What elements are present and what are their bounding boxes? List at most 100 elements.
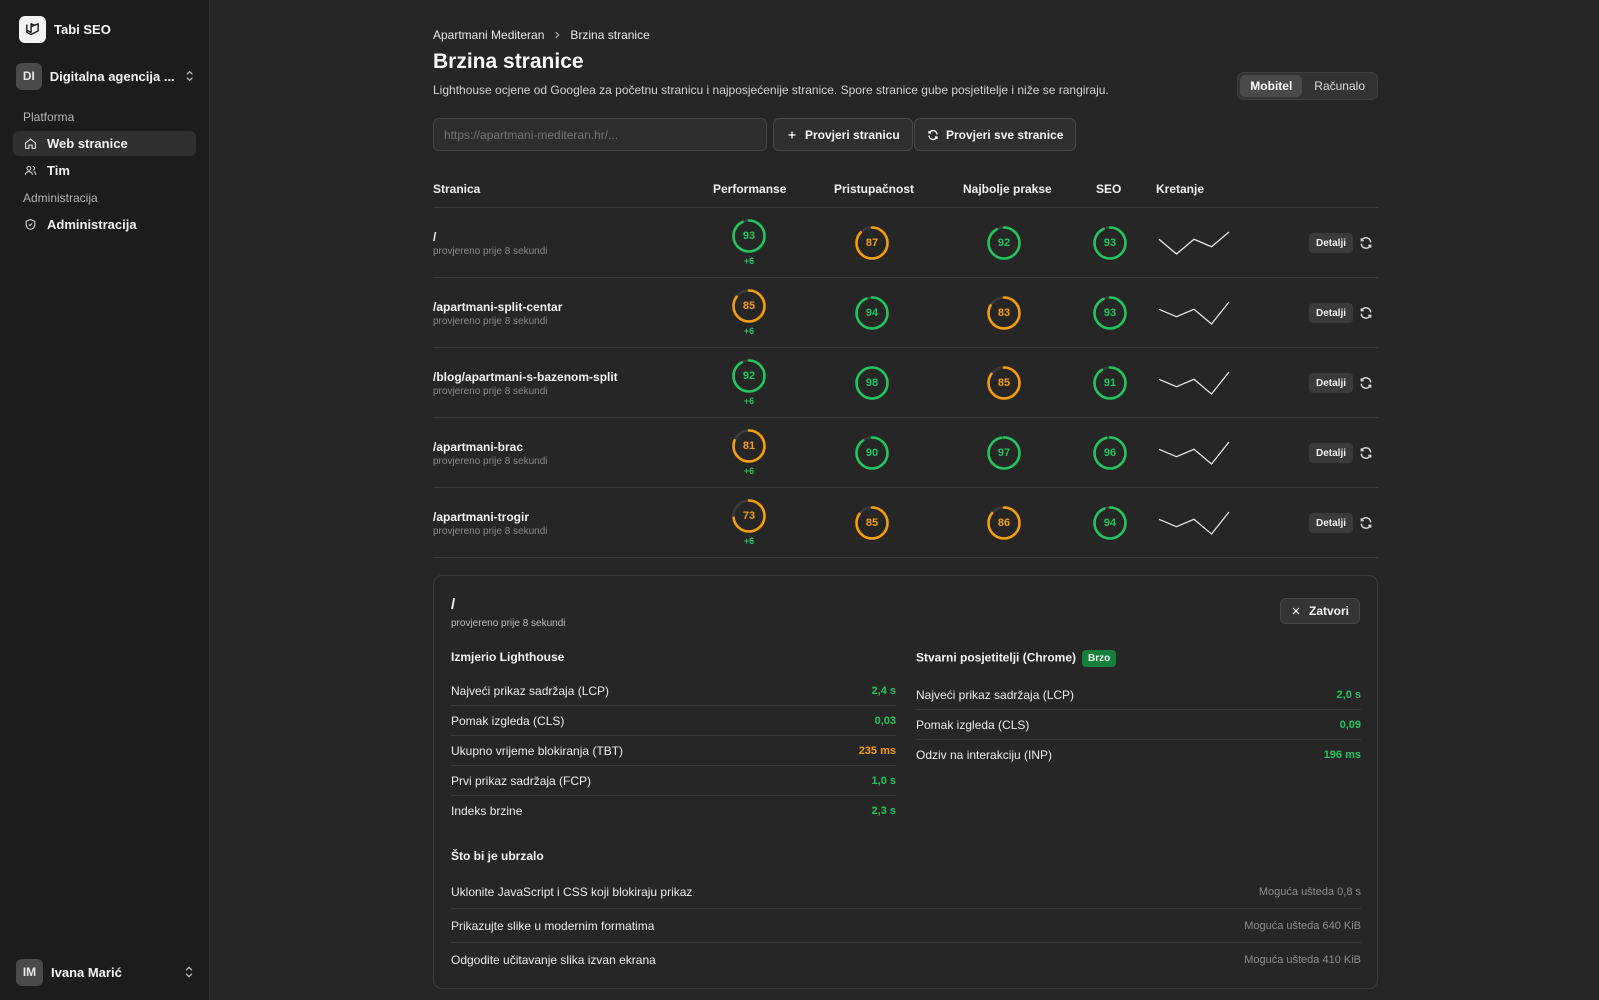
details-button[interactable]: Detalji (1309, 373, 1354, 393)
seo-score: 93 (1092, 295, 1128, 331)
table-row[interactable]: /blog/apartmani-s-bazenom-split provjeren… (433, 348, 1378, 418)
trend-line (1158, 511, 1230, 535)
chevron-right-icon (555, 31, 560, 39)
chevrons-up-down-icon (185, 966, 193, 978)
breadcrumb-site[interactable]: Apartmani Mediteran (433, 28, 544, 42)
sidebar-item-label: Tim (47, 163, 70, 178)
performance-score: 73 (731, 498, 767, 534)
logo-icon (19, 16, 46, 43)
user-menu[interactable]: IM Ivana Marić (16, 958, 196, 986)
metric-label: Prvi prikaz sadržaja (FCP) (451, 773, 592, 788)
device-mobile-button[interactable]: Mobitel (1240, 75, 1303, 97)
page-description: Lighthouse ocjene od Googlea za početnu … (433, 83, 1109, 97)
team-switcher[interactable]: DI Digitalna agencija ... (16, 62, 196, 90)
sidebar-item-administracija[interactable]: Administracija (13, 212, 196, 237)
metric-value: 235 ms (858, 744, 896, 757)
score-value: 85 (997, 377, 1011, 389)
details-button[interactable]: Detalji (1309, 513, 1354, 533)
details-button[interactable]: Detalji (1309, 233, 1354, 253)
best-practices-score: 92 (986, 225, 1022, 261)
check-page-button[interactable]: Provjeri stranicu (773, 118, 913, 151)
check-all-label: Provjeri sve stranice (946, 127, 1064, 142)
check-all-button[interactable]: Provjeri sve stranice (914, 118, 1077, 151)
app-name: Tabi SEO (54, 22, 111, 37)
best-practices-score: 85 (986, 365, 1022, 401)
sidebar-item-label: Administracija (47, 217, 137, 232)
refresh-icon[interactable] (1359, 446, 1373, 460)
score-value: 93 (1103, 237, 1117, 249)
score-value: 85 (742, 300, 756, 312)
device-desktop-button[interactable]: Računalo (1304, 75, 1375, 97)
performance-delta: +6 (743, 256, 755, 266)
performance-delta: +6 (743, 396, 755, 406)
sidebar-item-tim[interactable]: Tim (13, 158, 196, 183)
page-path: / (433, 230, 437, 244)
score-value: 92 (742, 370, 756, 382)
suggestion-saving: Moguća ušteda 0,8 s (1258, 885, 1361, 898)
performance-score: 93 (731, 218, 767, 254)
metric-value: 196 ms (1323, 749, 1361, 761)
col-trend: Kretanje (1156, 182, 1205, 196)
table-row[interactable]: / provjereno prije 8 sekundi 93 +6 87 92 93 Det… (433, 208, 1378, 278)
brand[interactable]: Tabi SEO (19, 16, 111, 43)
best-practices-score: 97 (986, 435, 1022, 471)
seo-score: 96 (1092, 435, 1128, 471)
sidebar-item-web-stranice[interactable]: Web stranice (13, 131, 196, 156)
check-page-label: Provjeri stranicu (805, 127, 900, 142)
page-path: /blog/apartmani-s-bazenom-split (433, 370, 618, 384)
details-button[interactable]: Detalji (1309, 303, 1354, 323)
metric-value: 2,0 s (1336, 688, 1361, 701)
close-button[interactable]: Zatvori (1279, 598, 1360, 624)
table-row[interactable]: /apartmani-brac provjereno prije 8 sekund… (433, 418, 1378, 488)
suggestions-title: Što bi je ubrzalo (451, 849, 544, 863)
score-value: 94 (1103, 517, 1117, 529)
suggestion-item[interactable]: Odgodite učitavanje slika izvan ekrana Mo… (451, 943, 1361, 977)
details-panel: / provjereno prije 8 sekundi Zatvori Izm… (433, 575, 1378, 989)
url-input[interactable] (433, 118, 767, 151)
suggestion-item[interactable]: Uklonite JavaScript i CSS koji blokiraju… (451, 875, 1361, 909)
page-path: /apartmani-brac (433, 440, 524, 454)
seo-score: 94 (1092, 505, 1128, 541)
team-avatar: DI (16, 62, 42, 90)
table-row[interactable]: /apartmani-trogir provjereno prije 8 seku… (433, 488, 1378, 558)
lab-title: Izmjerio Lighthouse (451, 650, 565, 664)
score-value: 87 (865, 237, 879, 249)
metric-value: 0,03 (874, 714, 896, 727)
table-row[interactable]: /apartmani-split-centar provjereno prije … (433, 278, 1378, 348)
suggestion-label: Uklonite JavaScript i CSS koji blokiraju… (451, 884, 693, 899)
sidebar: Tabi SEO DI Digitalna agencija ... Platf… (0, 0, 210, 1000)
score-value: 96 (1103, 447, 1117, 459)
trend-line (1158, 441, 1230, 465)
metric-value: 1,0 s (871, 774, 896, 787)
shield-icon (25, 219, 36, 230)
suggestion-saving: Moguća ušteda 410 KiB (1244, 954, 1361, 966)
col-page: Stranica (433, 182, 481, 196)
metric-row: Indeks brzine 2,3 s (451, 796, 896, 826)
user-name: Ivana Marić (51, 964, 122, 980)
metric-label: Najveći prikaz sadržaja (LCP) (451, 683, 610, 698)
trend-sparkline (1158, 371, 1230, 395)
details-checked: provjereno prije 8 sekundi (451, 618, 566, 629)
score-value: 98 (865, 377, 879, 389)
table-header: Stranica Performanse Pristupačnost Najbo… (433, 180, 1378, 208)
checked-time: provjereno prije 8 sekundi (433, 386, 548, 397)
metric-value: 2,4 s (871, 684, 896, 697)
refresh-icon[interactable] (1359, 306, 1373, 320)
score-value: 90 (865, 447, 879, 459)
performance-delta: +6 (743, 536, 755, 546)
suggestion-item[interactable]: Prikazujte slike u modernim formatima Mog… (451, 909, 1361, 943)
score-value: 94 (865, 307, 879, 319)
refresh-icon[interactable] (1359, 236, 1373, 250)
accessibility-score: 85 (854, 505, 890, 541)
trend-line (1158, 231, 1230, 255)
checked-time: provjereno prije 8 sekundi (433, 316, 548, 327)
performance-score: 92 (731, 358, 767, 394)
suggestion-label: Odgodite učitavanje slika izvan ekrana (451, 953, 656, 967)
details-button[interactable]: Detalji (1309, 443, 1354, 463)
refresh-icon[interactable] (1359, 376, 1373, 390)
metric-row: Pomak izgleda (CLS) 0,03 (451, 706, 896, 736)
score-value: 97 (997, 447, 1011, 459)
seo-score: 93 (1092, 225, 1128, 261)
score-value: 81 (742, 440, 756, 452)
refresh-icon[interactable] (1359, 516, 1373, 530)
